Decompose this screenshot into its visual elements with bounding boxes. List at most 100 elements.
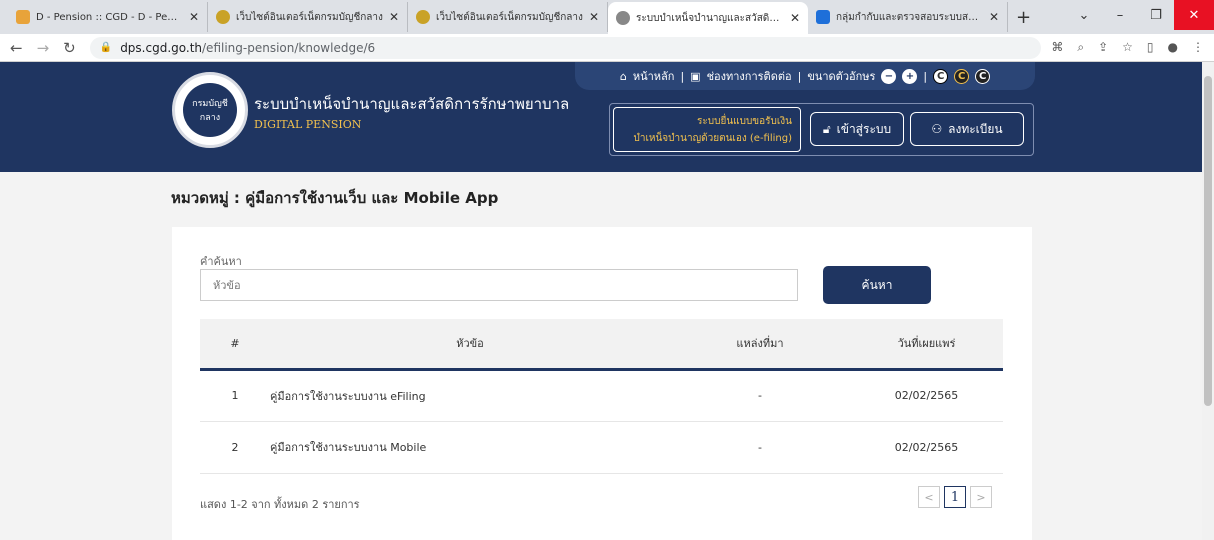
row-source: - — [758, 389, 762, 402]
home-link[interactable]: หน้าหลัก — [633, 67, 675, 85]
zoom-icon[interactable]: ⌕ — [1077, 40, 1084, 55]
pagination: < 1 > — [918, 486, 992, 508]
contrast-yellow-button[interactable]: C — [954, 68, 970, 84]
knowledge-table: # หัวข้อ แหล่งที่มา วันที่เผยแพร่ 1 คู่ม… — [200, 319, 1003, 474]
toolbar-icons: ⌘ ⌕ ⇪ ☆ ▯ ● ⋮ — [1051, 40, 1204, 55]
font-size-label: ขนาดตัวอักษร — [807, 70, 876, 83]
row-topic-link[interactable]: คู่มือการใช้งานระบบงาน Mobile — [270, 421, 670, 473]
site-title: ระบบบำเหน็จบำนาญและสวัสดิการรักษาพยาบาล — [254, 95, 570, 113]
home-icon: ⌂ — [619, 69, 627, 83]
minimize-icon[interactable]: – — [1102, 0, 1138, 30]
nav-divider: | — [680, 69, 685, 83]
contact-link[interactable]: ช่องทางการติดต่อ — [707, 67, 792, 85]
nav-divider: | — [797, 69, 802, 83]
tab-favicon-icon — [816, 10, 830, 24]
efiling-link[interactable]: ระบบยื่นแบบขอรับเงิน บำเหน็จบำนาญด้วยตนเ… — [613, 107, 801, 152]
table-row[interactable]: 1 คู่มือการใช้งานระบบงาน eFiling - 02/02… — [200, 369, 1003, 421]
row-number: 2 — [231, 440, 239, 454]
prev-page-button[interactable]: < — [918, 486, 940, 508]
tab-close-icon[interactable]: ✕ — [589, 10, 599, 24]
table-header-row: # หัวข้อ แหล่งที่มา วันที่เผยแพร่ — [200, 319, 1003, 369]
row-date: 02/02/2565 — [894, 440, 959, 454]
reload-icon[interactable]: ↻ — [63, 39, 76, 57]
bookmark-star-icon[interactable]: ☆ — [1122, 40, 1133, 55]
address-bar: ← → ↻ 🔒 dps.cgd.go.th/efiling-pension/kn… — [0, 34, 1214, 62]
url-path: /efiling-pension/knowledge/6 — [202, 40, 376, 55]
login-label: เข้าสู่ระบบ — [836, 121, 892, 136]
contact-icon: ▣ — [690, 69, 701, 83]
next-page-button[interactable]: > — [970, 486, 992, 508]
tab-close-icon[interactable]: ✕ — [389, 10, 399, 24]
tab-title: เว็บไซต์อินเตอร์เน็ตกรมบัญชีกลาง — [236, 11, 383, 23]
row-date: 02/02/2565 — [894, 389, 959, 402]
tab-title: กลุ่มกำกับและตรวจสอบระบบสวัสดิการ — [836, 11, 983, 23]
tab-title: ระบบบำเหน็จบำนาญและสวัสดิการรักษ — [636, 12, 784, 24]
logo-emblem: กรมบัญชีกลาง — [183, 83, 237, 137]
browser-tab-active[interactable]: ระบบบำเหน็จบำนาญและสวัสดิการรักษ ✕ — [608, 2, 808, 34]
new-tab-button[interactable]: + — [1016, 7, 1031, 28]
contrast-dark-button[interactable]: C — [975, 68, 991, 84]
forward-icon[interactable]: → — [37, 39, 50, 57]
header-action-box: ระบบยื่นแบบขอรับเงิน บำเหน็จบำนาญด้วยตนเ… — [609, 103, 1034, 156]
browser-tabbar: D - Pension :: CGD - D - Pension ✕ เว็บไ… — [0, 0, 1214, 34]
add-user-icon: ⚇ — [931, 122, 943, 136]
site-brand: ระบบบำเหน็จบำนาญและสวัสดิการรักษาพยาบาล … — [254, 92, 569, 131]
tab-favicon-icon — [216, 10, 230, 24]
menu-icon[interactable]: ⋮ — [1192, 40, 1204, 55]
close-window-icon[interactable]: ✕ — [1174, 0, 1214, 30]
page-scrollbar[interactable] — [1202, 62, 1214, 540]
tab-close-icon[interactable]: ✕ — [189, 10, 199, 24]
row-number: 1 — [231, 389, 239, 402]
tab-favicon-icon — [616, 11, 630, 25]
efiling-line1: ระบบยื่นแบบขอรับเงิน — [697, 116, 792, 127]
login-button[interactable]: 🔓︎ เข้าสู่ระบบ — [810, 112, 904, 146]
tab-title: เว็บไซต์อินเตอร์เน็ตกรมบัญชีกลาง — [436, 11, 583, 23]
tab-title: D - Pension :: CGD - D - Pension — [36, 11, 183, 23]
browser-tab[interactable]: เว็บไซต์อินเตอร์เน็ตกรมบัญชีกลาง ✕ — [208, 2, 408, 32]
nav-divider: | — [923, 69, 928, 83]
contrast-normal-button[interactable]: C — [933, 68, 949, 84]
register-label: ลงทะเบียน — [948, 121, 1003, 136]
search-label: คำค้นหา — [200, 255, 242, 268]
tab-favicon-icon — [16, 10, 30, 24]
col-source: แหล่งที่มา — [736, 337, 784, 351]
profile-icon[interactable]: ● — [1168, 40, 1178, 55]
font-increase-button[interactable]: + — [902, 68, 918, 84]
search-input[interactable] — [200, 269, 798, 301]
font-decrease-button[interactable]: − — [881, 68, 897, 84]
top-nav: ⌂ หน้าหลัก | ▣ ช่องทางการติดต่อ | ขนาดตั… — [575, 62, 1035, 90]
col-number: # — [230, 336, 240, 350]
window-controls: ⌄ – ❐ ✕ — [1066, 0, 1214, 30]
scrollbar-thumb[interactable] — [1204, 76, 1212, 406]
page-1-button[interactable]: 1 — [944, 486, 966, 508]
url-host: dps.cgd.go.th — [120, 40, 203, 55]
main-content: หมวดหมู่ : คู่มือการใช้งานเว็บ และ Mobil… — [0, 172, 1214, 540]
tab-favicon-icon — [416, 10, 430, 24]
sidepanel-icon[interactable]: ▯ — [1147, 40, 1154, 55]
browser-tab[interactable]: เว็บไซต์อินเตอร์เน็ตกรมบัญชีกลาง ✕ — [408, 2, 608, 32]
tab-search-icon[interactable]: ⌄ — [1066, 0, 1102, 30]
content-card: คำค้นหา ค้นหา # หัวข้อ แหล่งที่มา วันที่… — [172, 227, 1032, 540]
browser-tab[interactable]: D - Pension :: CGD - D - Pension ✕ — [8, 2, 208, 32]
translate-icon[interactable]: ⌘ — [1051, 40, 1063, 55]
maximize-icon[interactable]: ❐ — [1138, 0, 1174, 30]
url-field[interactable]: 🔒 dps.cgd.go.th/efiling-pension/knowledg… — [89, 36, 1042, 59]
register-button[interactable]: ⚇ ลงทะเบียน — [910, 112, 1024, 146]
lock-icon: 🔓︎ — [822, 121, 831, 136]
results-summary: แสดง 1-2 จาก ทั้งหมด 2 รายการ — [200, 498, 360, 511]
site-logo[interactable]: กรมบัญชีกลาง — [172, 72, 248, 148]
col-date: วันที่เผยแพร่ — [897, 337, 956, 351]
tab-close-icon[interactable]: ✕ — [989, 10, 999, 24]
back-icon[interactable]: ← — [10, 39, 23, 57]
col-topic: หัวข้อ — [456, 337, 484, 351]
row-topic-link[interactable]: คู่มือการใช้งานระบบงาน eFiling — [270, 369, 670, 421]
efiling-line2: บำเหน็จบำนาญด้วยตนเอง (e-filing) — [633, 133, 793, 144]
table-row[interactable]: 2 คู่มือการใช้งานระบบงาน Mobile - 02/02/… — [200, 421, 1003, 473]
page-title: หมวดหมู่ : คู่มือการใช้งานเว็บ และ Mobil… — [171, 189, 499, 207]
share-icon[interactable]: ⇪ — [1098, 40, 1108, 55]
lock-icon[interactable]: 🔒 — [100, 42, 112, 53]
browser-tab[interactable]: กลุ่มกำกับและตรวจสอบระบบสวัสดิการ ✕ — [808, 2, 1008, 32]
tab-close-icon[interactable]: ✕ — [790, 11, 800, 25]
search-button[interactable]: ค้นหา — [823, 266, 931, 304]
row-source: - — [758, 440, 762, 454]
